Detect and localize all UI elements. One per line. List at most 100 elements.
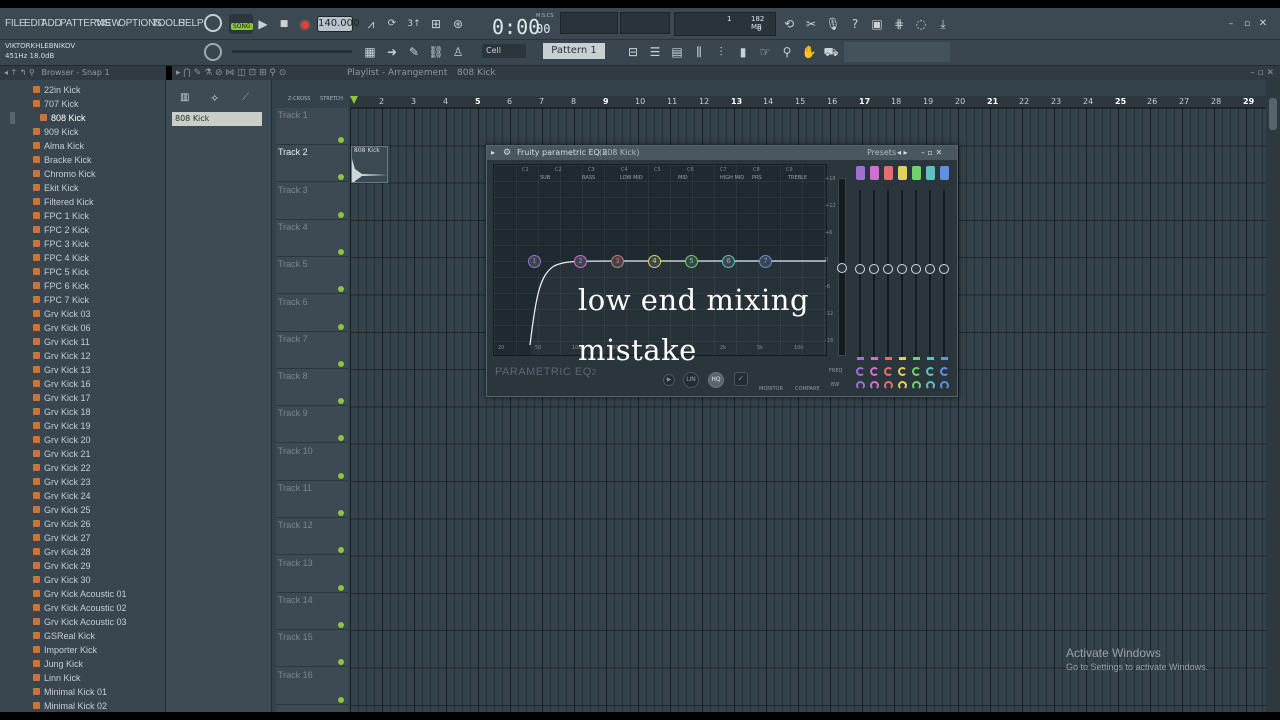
stop-icon[interactable]: ■ <box>275 15 293 33</box>
eq-play-icon[interactable]: ▶ <box>663 374 675 386</box>
band-gain-slider[interactable] <box>939 190 949 358</box>
band-freq-knob[interactable] <box>912 367 921 376</box>
track-mute-led[interactable] <box>338 323 344 330</box>
track-mute-led[interactable] <box>338 621 344 628</box>
snap-select[interactable]: Cell <box>482 44 526 58</box>
browser-item[interactable]: Grv Kick Acoustic 03 <box>44 617 127 627</box>
browser-nav-icons[interactable]: ◂ ↑ ↰ ⚲ <box>4 68 35 77</box>
band-bw-knob[interactable] <box>856 381 865 390</box>
browser-item[interactable]: Grv Kick Acoustic 01 <box>44 589 127 599</box>
band-bw-knob[interactable] <box>926 381 935 390</box>
tempo-display[interactable]: 140.000 <box>317 16 359 32</box>
track-header-label[interactable]: Track 12 <box>278 520 313 530</box>
master-slider[interactable] <box>232 50 352 53</box>
band-type-led[interactable] <box>927 357 934 360</box>
mixer-icon[interactable]: ⋕ <box>890 15 908 33</box>
master-pitch-knob[interactable] <box>204 43 222 61</box>
browser-item[interactable]: Grv Kick 28 <box>44 547 91 557</box>
arrow-icon[interactable]: ➜ <box>383 43 401 61</box>
browser-item[interactable]: Alma Kick <box>44 141 84 151</box>
piano-roll-icon[interactable]: ▤ <box>668 43 686 61</box>
browser-item[interactable]: 808 Kick <box>51 113 86 123</box>
band-enable-button[interactable] <box>912 166 921 180</box>
refresh-icon[interactable]: ⟲ <box>780 15 798 33</box>
countdown-icon[interactable]: 3↑ <box>405 15 423 33</box>
audio-clip-808-kick[interactable]: 808 Kick <box>351 146 388 183</box>
cut-icon[interactable]: ✂ <box>802 15 820 33</box>
browser-item[interactable]: Chromo Kick <box>44 169 96 179</box>
band-gain-slider[interactable] <box>869 190 879 358</box>
browser-item[interactable]: Linn Kick <box>44 673 81 683</box>
track-header-label[interactable]: Track 11 <box>278 483 312 493</box>
window-close-icon[interactable]: ✕ <box>1254 15 1272 33</box>
waveform-icon[interactable]: ✧ <box>210 92 219 105</box>
touch-icon[interactable]: ☞ <box>756 43 774 61</box>
track-header-label[interactable]: Track 1 <box>278 110 308 120</box>
browser-item[interactable]: Grv Kick 20 <box>44 435 91 445</box>
browser-item[interactable]: Grv Kick 11 <box>44 337 90 347</box>
eq-band-node[interactable]: 2 <box>574 255 587 268</box>
browser-scroll-handle[interactable] <box>10 112 15 124</box>
playhead-marker[interactable] <box>350 96 358 104</box>
browser-item[interactable]: FPC 7 Kick <box>44 295 89 305</box>
band-enable-button[interactable] <box>898 166 907 180</box>
track-header-label[interactable]: Track 16 <box>278 670 313 680</box>
band-bw-knob[interactable] <box>912 381 921 390</box>
record-icon[interactable] <box>299 19 311 31</box>
band-freq-knob[interactable] <box>870 367 879 376</box>
track-header-label[interactable]: Track 13 <box>278 558 313 568</box>
track-mute-led[interactable] <box>338 248 344 255</box>
band-gain-slider[interactable] <box>925 190 935 358</box>
browser-item[interactable]: 22in Kick <box>44 85 81 95</box>
cart-icon[interactable]: ⛟ <box>822 43 840 61</box>
browser-item[interactable]: FPC 2 Kick <box>44 225 89 235</box>
scrollbar-thumb[interactable] <box>1269 98 1277 130</box>
band-gain-slider[interactable] <box>911 190 921 358</box>
track-mute-led[interactable] <box>338 137 344 143</box>
band-freq-knob[interactable] <box>898 367 907 376</box>
blend-notes-icon[interactable]: ⊞ <box>427 15 445 33</box>
track-header-label[interactable]: Track 14 <box>278 595 313 605</box>
stretch-label[interactable]: STRETCH <box>320 96 343 102</box>
track-header-label[interactable]: Track 4 <box>278 222 308 232</box>
pattern-song-toggle[interactable]: SONG <box>229 14 253 34</box>
band-enable-button[interactable] <box>926 166 935 180</box>
track-mute-led[interactable] <box>338 286 344 293</box>
link-icon[interactable]: ⛓ <box>427 43 445 61</box>
band-type-led[interactable] <box>913 357 920 360</box>
browser-item[interactable]: Grv Kick 26 <box>44 519 91 529</box>
band-gain-knob[interactable] <box>911 264 921 274</box>
browser-item[interactable]: Grv Kick 25 <box>44 505 91 515</box>
band-gain-knob[interactable] <box>869 264 879 274</box>
playlist-scrollbar[interactable] <box>1266 80 1280 712</box>
brush-icon[interactable]: ✎ <box>405 43 423 61</box>
band-type-led[interactable] <box>871 357 878 360</box>
browser-item[interactable]: Bracke Kick <box>44 155 92 165</box>
band-bw-knob[interactable] <box>940 381 949 390</box>
channel-rack-icon[interactable]: ☰ <box>646 43 664 61</box>
wait-input-icon[interactable]: ⟳ <box>383 15 401 33</box>
browser-item[interactable]: Grv Kick 03 <box>44 309 91 319</box>
band-type-led[interactable] <box>885 357 892 360</box>
band-enable-button[interactable] <box>856 166 865 180</box>
eq-band-node[interactable]: 7 <box>759 255 772 268</box>
browser-item[interactable]: Minimal Kick 01 <box>44 687 107 697</box>
plugin-icon[interactable]: ▮ <box>734 43 752 61</box>
metronome-icon[interactable]: ⩘ <box>362 15 380 33</box>
hand-icon[interactable]: ✋ <box>800 43 818 61</box>
playlist-tool-icons[interactable]: ▸ ⋂ ✎ ⚗ ⊘ ⋈ ◫ ⊡ ⊞ ⚲ ⊙ <box>176 66 286 80</box>
band-freq-knob[interactable] <box>884 367 893 376</box>
band-freq-knob[interactable] <box>926 367 935 376</box>
browser-item[interactable]: Grv Kick 22 <box>44 463 91 473</box>
tuning-icon[interactable]: ⚲ <box>778 43 796 61</box>
eq-gear-icon[interactable]: ⚙ <box>503 146 511 160</box>
zcross-label[interactable]: Z-CROSS <box>288 96 310 102</box>
browser-item[interactable]: Minimal Kick 02 <box>44 701 107 711</box>
channel-icon[interactable]: ▥ <box>180 92 189 103</box>
track-mute-led[interactable] <box>338 472 344 479</box>
band-bw-knob[interactable] <box>884 381 893 390</box>
track-header-label[interactable]: Track 10 <box>278 446 313 456</box>
browser-item[interactable]: Grv Kick 23 <box>44 477 91 487</box>
track-header-label[interactable]: Track 3 <box>278 185 308 195</box>
track-header-label[interactable]: Track 8 <box>278 371 308 381</box>
